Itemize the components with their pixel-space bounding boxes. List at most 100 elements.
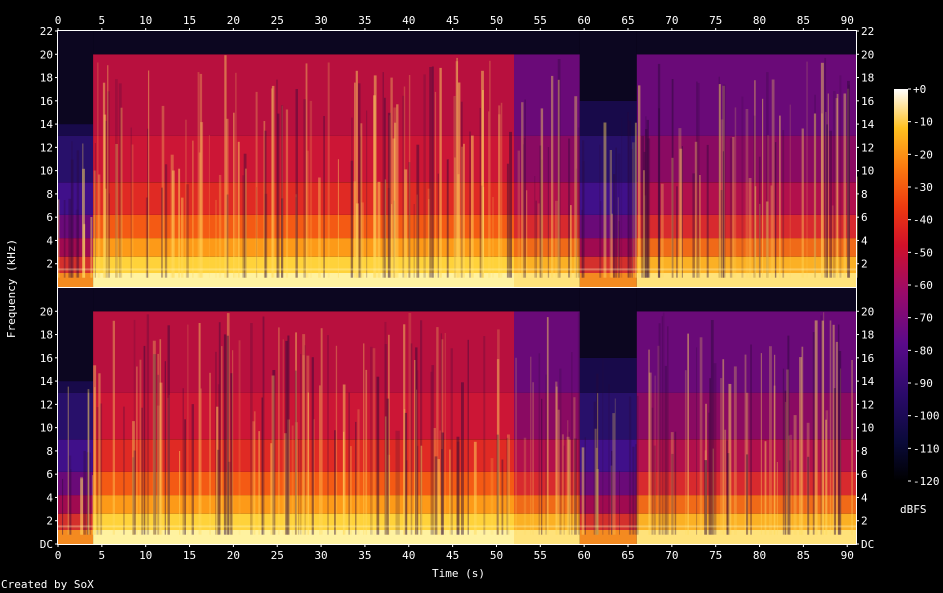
- spectrum-streak: [732, 137, 735, 278]
- y-tick-label-right-bottom: 4: [861, 491, 868, 504]
- spectrum-streak: [323, 116, 325, 278]
- spectrum-streak: [353, 181, 357, 278]
- x-tick-label-top: 75: [709, 14, 722, 27]
- spectrum-streak: [521, 102, 524, 278]
- spectrum-streak: [538, 353, 541, 535]
- spectrum-streak: [765, 201, 769, 278]
- spectrum-streak: [820, 315, 823, 535]
- spectrum-streak: [662, 312, 665, 535]
- x-tick-label-top: 0: [55, 14, 62, 27]
- low-frequency-band: [58, 525, 856, 528]
- spectrum-streak: [734, 107, 737, 278]
- x-tick-label-top: 20: [227, 14, 240, 27]
- spectrum-streak: [235, 72, 237, 278]
- spectrum-streak: [221, 346, 223, 535]
- spectrum-streak: [684, 370, 687, 535]
- spectrum-streak: [271, 85, 275, 278]
- y-tick-label-right-bottom: 16: [861, 352, 874, 365]
- spectrum-streak: [242, 175, 245, 278]
- spectrum-streak: [825, 410, 829, 535]
- spectrum-streak: [619, 470, 620, 535]
- spectrum-streak: [461, 146, 463, 278]
- spectrum-streak: [387, 112, 391, 278]
- spectrum-band: [579, 439, 637, 472]
- spectrum-streak: [724, 429, 727, 535]
- spectrum-streak: [277, 113, 280, 278]
- y-tick-label-left-top: 22: [40, 25, 53, 38]
- y-tick-label-right-bottom: 10: [861, 422, 874, 435]
- spectrum-streak: [615, 147, 617, 278]
- spectrum-streak: [679, 148, 683, 278]
- spectrum-band: [514, 54, 580, 136]
- spectrum-streak: [637, 395, 639, 535]
- spectrum-streak: [728, 383, 731, 535]
- spectrum-streak: [75, 209, 79, 278]
- spectrum-streak: [628, 120, 631, 278]
- spectrum-streak: [393, 107, 397, 278]
- spectrum-streak: [758, 156, 761, 278]
- spectrum-streak: [303, 99, 306, 278]
- x-tick-label-bottom: 15: [183, 549, 196, 562]
- spectrum-streak: [355, 421, 357, 535]
- spectrum-streak: [801, 346, 804, 535]
- spectrum-streak: [112, 320, 115, 535]
- colorbar-tick-label: +0: [913, 83, 926, 96]
- x-tick-label-bottom: 30: [314, 549, 327, 562]
- x-tick-label-top: 5: [99, 14, 106, 27]
- spectrum-streak: [726, 440, 728, 535]
- spectrum-streak: [429, 67, 432, 278]
- spectrum-streak: [446, 159, 449, 278]
- spectrum-streak: [813, 113, 817, 278]
- spectrum-streak: [764, 441, 767, 535]
- spectrum-band: [579, 392, 637, 440]
- spectrum-streak: [483, 336, 486, 535]
- spectrum-streak: [692, 173, 695, 278]
- spectrum-streak: [506, 163, 509, 278]
- y-tick-label-left-top: 16: [40, 95, 53, 108]
- spectrum-streak: [463, 143, 465, 278]
- spectrum-streak: [441, 432, 444, 535]
- spectrum-streak: [547, 147, 550, 278]
- spectrum-streak: [733, 366, 737, 535]
- spectrum-streak: [115, 79, 118, 278]
- spectrum-streak: [814, 320, 818, 535]
- spectrum-streak: [120, 107, 123, 278]
- spectrum-streak: [437, 173, 439, 278]
- x-tick-label-bottom: 85: [797, 549, 810, 562]
- spectrum-streak: [581, 447, 585, 535]
- y-tick-label-right-top: 6: [861, 211, 868, 224]
- spectrum-streak: [603, 122, 607, 278]
- spectrum-streak: [449, 449, 451, 535]
- x-tick-label-bottom: 90: [841, 549, 854, 562]
- spectrum-streak: [807, 456, 810, 535]
- spectrum-cutoff-region: [579, 31, 637, 101]
- spectrum-streak: [304, 345, 306, 535]
- x-tick-label-top: 85: [797, 14, 810, 27]
- spectrum-streak: [609, 150, 612, 278]
- spectrum-streak: [67, 386, 69, 535]
- spectrum-streak: [198, 323, 201, 535]
- y-tick-label-left-bottom: 2: [46, 515, 53, 528]
- spectrum-streak: [157, 374, 160, 535]
- spectrum-streak: [186, 184, 189, 278]
- y-tick-label-right-top: 2: [861, 258, 868, 271]
- colorbar-tick-label: -70: [913, 312, 933, 325]
- x-tick-label-top: 70: [665, 14, 678, 27]
- spectrum-streak: [613, 174, 616, 278]
- y-tick-label-right-top: 20: [861, 48, 874, 61]
- spectrum-streak: [835, 341, 839, 535]
- spectrum-streak: [428, 199, 430, 278]
- spectrum-streak: [660, 183, 664, 278]
- spectrum-streak: [555, 200, 558, 278]
- x-tick-label-top: 15: [183, 14, 196, 27]
- spectrum-streak: [497, 329, 500, 535]
- spectrum-streak: [541, 398, 543, 535]
- spectrum-streak: [762, 98, 764, 278]
- y-axis-label: Frequency (kHz): [5, 238, 19, 339]
- y-tick-label-left-top: 4: [46, 234, 53, 247]
- x-tick-label-top: 60: [578, 14, 591, 27]
- spectrum-band: [579, 471, 637, 496]
- spectrum-streak: [96, 407, 99, 535]
- spectrum-streak: [384, 97, 386, 278]
- spectrum-streak: [571, 352, 573, 535]
